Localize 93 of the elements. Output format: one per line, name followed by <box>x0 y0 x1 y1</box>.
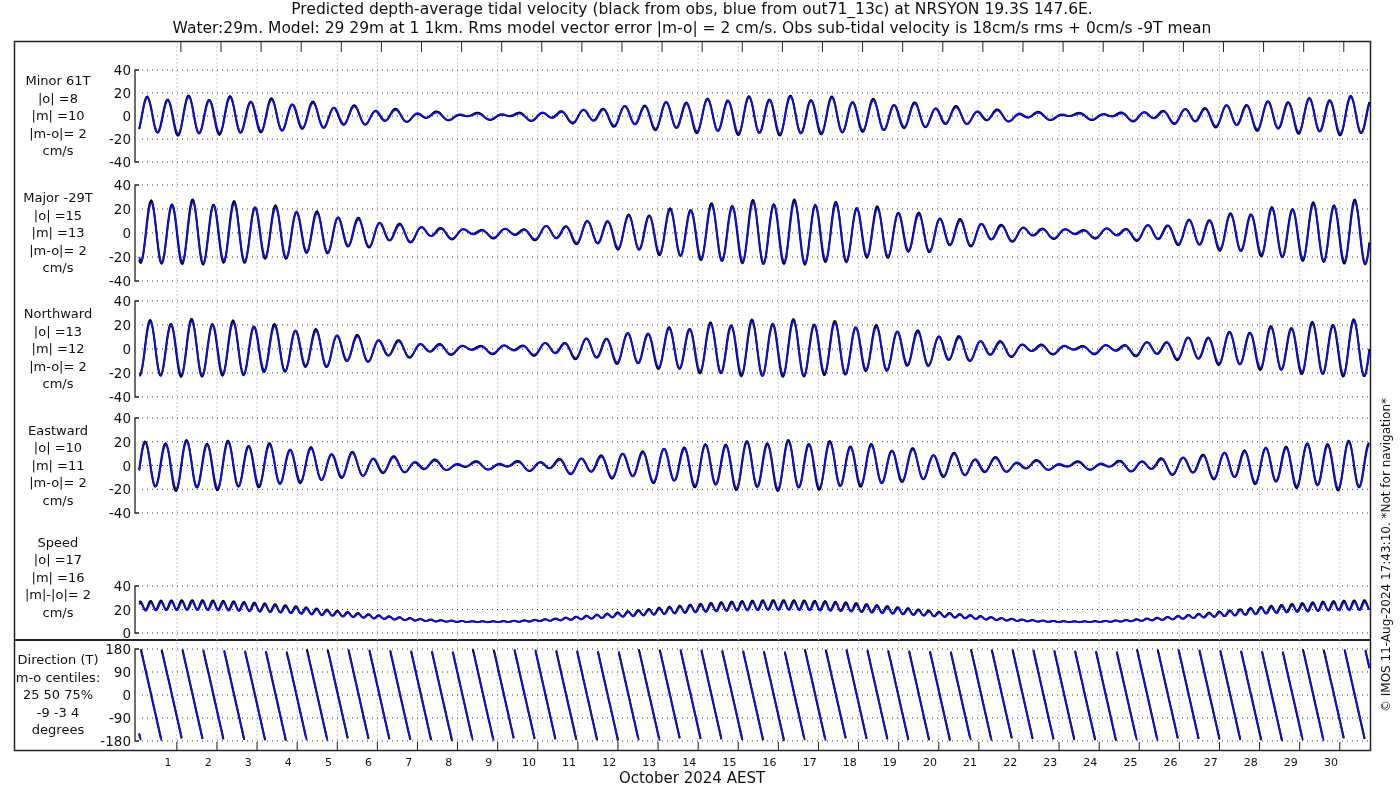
panel-label: |o| =15 <box>33 207 83 223</box>
panel-label: -9 -3 4 <box>36 704 80 720</box>
panel-label: cm/s <box>42 376 74 391</box>
y-tick-label: -20 <box>108 365 131 381</box>
panel-label: |m-o|= 2 <box>29 125 87 141</box>
x-tick-label: 25 <box>1123 756 1138 769</box>
x-tick-label: 8 <box>445 756 453 769</box>
y-tick-label: 180 <box>105 641 131 657</box>
x-tick-label: 29 <box>1283 756 1298 769</box>
y-tick-label: -180 <box>100 733 131 749</box>
y-tick-label: 20 <box>113 317 131 333</box>
panel-label: |o| =17 <box>33 552 83 567</box>
panel-label: |o| =13 <box>33 323 83 339</box>
panel-label: Northward <box>23 306 93 321</box>
x-tick-label: 2 <box>204 756 212 769</box>
panel-label: |m| =12 <box>31 341 85 356</box>
y-tick-label: 90 <box>113 664 131 680</box>
y-tick-label: -40 <box>108 154 131 170</box>
panel-label: |m| =10 <box>31 108 85 123</box>
panel-label: 25 50 75% <box>22 687 94 702</box>
panel-label: Major -29T <box>23 190 93 205</box>
panel-label: m-o centiles: <box>15 669 101 685</box>
y-tick-label: 20 <box>113 85 131 101</box>
panel-label: cm/s <box>42 492 74 508</box>
x-tick-label: 9 <box>485 756 493 769</box>
panel-label: |m-o|= 2 <box>29 475 87 490</box>
x-tick-label: 4 <box>284 756 292 769</box>
x-tick-label: 6 <box>365 756 373 769</box>
y-tick-label: 20 <box>113 201 131 217</box>
x-tick-label: 26 <box>1163 756 1178 769</box>
panel-label: |m|-|o|= 2 <box>24 587 92 602</box>
panel-label: |m-o|= 2 <box>29 242 87 258</box>
y-axis-bracket <box>134 585 140 634</box>
x-tick-label: 12 <box>602 756 617 769</box>
panel-label: |o| =8 <box>38 90 78 106</box>
x-tick-label: 17 <box>802 756 817 769</box>
x-tick-label: 19 <box>882 756 897 769</box>
y-tick-label: 20 <box>113 601 131 618</box>
panel-label: |m| =11 <box>31 457 85 473</box>
x-axis-label: October 2024 AEST <box>618 769 766 787</box>
credit-text: © IMOS 11-Aug-2024 17:43:10. *Not for navigation* <box>1379 397 1393 713</box>
panel-label: cm/s <box>42 260 74 275</box>
panel-label: cm/s <box>42 604 74 620</box>
x-tick-label: 10 <box>521 756 536 769</box>
y-tick-label: 0 <box>122 108 131 124</box>
x-tick-label: 18 <box>842 756 857 769</box>
x-tick-label: 22 <box>1003 756 1018 769</box>
panel-label: Minor 61T <box>25 73 91 88</box>
panel-label: Speed <box>37 534 79 550</box>
x-tick-label: 1 <box>164 756 172 769</box>
panel-label: |m| =13 <box>31 225 85 240</box>
y-tick-label: 40 <box>113 293 131 309</box>
y-tick-label: -20 <box>108 481 131 498</box>
y-tick-label: -40 <box>108 505 131 521</box>
panel-label: Direction (T) <box>17 652 99 667</box>
y-tick-label: 40 <box>113 410 131 426</box>
x-tick-label: 15 <box>722 756 737 769</box>
y-tick-label: 0 <box>122 225 131 241</box>
x-tick-label: 11 <box>562 756 577 769</box>
chart-title: Predicted depth-average tidal velocity (black from obs, blue from out71_13c) at NRSYON 19.3S 147.6E. <box>291 0 1093 18</box>
panel-label: degrees <box>31 722 85 737</box>
y-tick-label: -20 <box>108 131 131 147</box>
x-tick-label: 28 <box>1243 756 1258 769</box>
x-tick-label: 7 <box>405 756 413 769</box>
y-tick-label: 0 <box>122 687 131 703</box>
y-tick-label: 0 <box>122 457 131 474</box>
panel-label: cm/s <box>42 143 74 158</box>
x-tick-label: 14 <box>682 756 697 769</box>
x-tick-label: 16 <box>762 756 777 769</box>
x-tick-label: 3 <box>244 756 252 769</box>
y-tick-label: 0 <box>122 341 131 357</box>
x-tick-label: 5 <box>324 756 332 769</box>
panel-label: |m-o|= 2 <box>29 358 87 374</box>
x-tick-label: 27 <box>1203 756 1218 769</box>
y-tick-label: 20 <box>113 433 131 450</box>
x-tick-label: 21 <box>963 756 978 769</box>
chart-title: Water:29m. Model: 29 29m at 1 1km. Rms model vector error |m-o| = 2 cm/s. Obs sub-tidal velocity is 18cm/s rms + 0cm/s -9T mean <box>172 19 1212 37</box>
x-tick-label: 13 <box>642 756 657 769</box>
panel-label: Eastward <box>28 422 88 438</box>
panel-label: |o| =10 <box>33 440 83 455</box>
x-tick-label: 24 <box>1083 756 1098 769</box>
y-tick-label: 40 <box>113 578 131 594</box>
y-tick-label: -20 <box>108 249 131 265</box>
y-tick-label: -90 <box>108 710 131 726</box>
panel-label: |m| =16 <box>31 569 85 585</box>
x-tick-label: 20 <box>922 756 937 769</box>
y-tick-label: -40 <box>108 273 131 289</box>
y-tick-label: 40 <box>113 62 131 78</box>
x-tick-label: 23 <box>1043 756 1058 769</box>
x-tick-label: 30 <box>1323 756 1338 769</box>
y-tick-label: 0 <box>122 625 131 641</box>
y-tick-label: 40 <box>113 177 131 193</box>
y-tick-label: -40 <box>108 389 131 405</box>
